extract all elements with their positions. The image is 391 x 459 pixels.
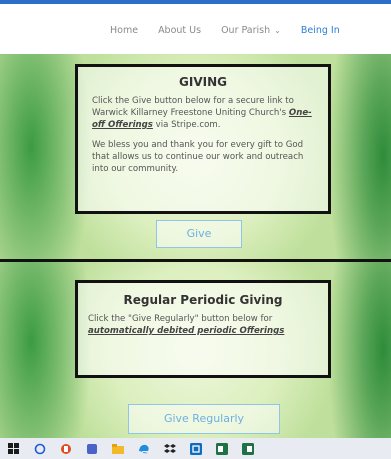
- giving-paragraph-1: Click the Give button below for a secure…: [92, 95, 314, 131]
- give-button[interactable]: Give: [156, 220, 242, 248]
- regular-giving-text: Click the "Give Regularly" button below …: [88, 314, 273, 324]
- nav-our-parish-label: Our Parish: [221, 25, 271, 36]
- teams-icon[interactable]: [84, 442, 100, 456]
- giving-text: Click the Give button below for a secure…: [92, 96, 294, 118]
- regular-giving-card: Regular Periodic Giving Click the "Give …: [75, 280, 331, 378]
- nav-our-parish[interactable]: Our Parish ⌄: [221, 25, 281, 36]
- giving-card: GIVING Click the Give button below for a…: [75, 64, 331, 214]
- giving-title: GIVING: [179, 75, 227, 89]
- taskbar: [0, 438, 391, 459]
- dropbox-icon[interactable]: [162, 442, 178, 456]
- chevron-down-icon: ⌄: [274, 26, 281, 35]
- word-icon[interactable]: [240, 442, 256, 456]
- main-nav: Home About Us Our Parish ⌄ Being In: [110, 25, 340, 36]
- top-accent-bar: [0, 0, 391, 4]
- regular-giving-paragraph: Click the "Give Regularly" button below …: [88, 313, 318, 337]
- regular-giving-title: Regular Periodic Giving: [123, 293, 283, 307]
- windows-icon[interactable]: [6, 442, 22, 456]
- search-icon[interactable]: [32, 442, 48, 456]
- giving-section: GIVING Click the Give button below for a…: [0, 54, 391, 259]
- nav-about-us[interactable]: About Us: [158, 25, 201, 36]
- giving-paragraph-2: We bless you and thank you for every gif…: [92, 140, 304, 174]
- periodic-offerings-link[interactable]: automatically debited periodic Offerings: [88, 326, 284, 336]
- nav-home[interactable]: Home: [110, 25, 138, 36]
- giving-text-end: via Stripe.com.: [152, 120, 221, 130]
- give-regularly-button[interactable]: Give Regularly: [128, 404, 280, 434]
- file-explorer-icon[interactable]: [110, 442, 126, 456]
- excel-icon[interactable]: [214, 442, 230, 456]
- office-icon[interactable]: [58, 442, 74, 456]
- nav-being-in[interactable]: Being In: [301, 25, 340, 36]
- outlook-icon[interactable]: [188, 442, 204, 456]
- edge-icon[interactable]: [136, 442, 152, 456]
- regular-giving-section: Regular Periodic Giving Click the "Give …: [0, 262, 391, 438]
